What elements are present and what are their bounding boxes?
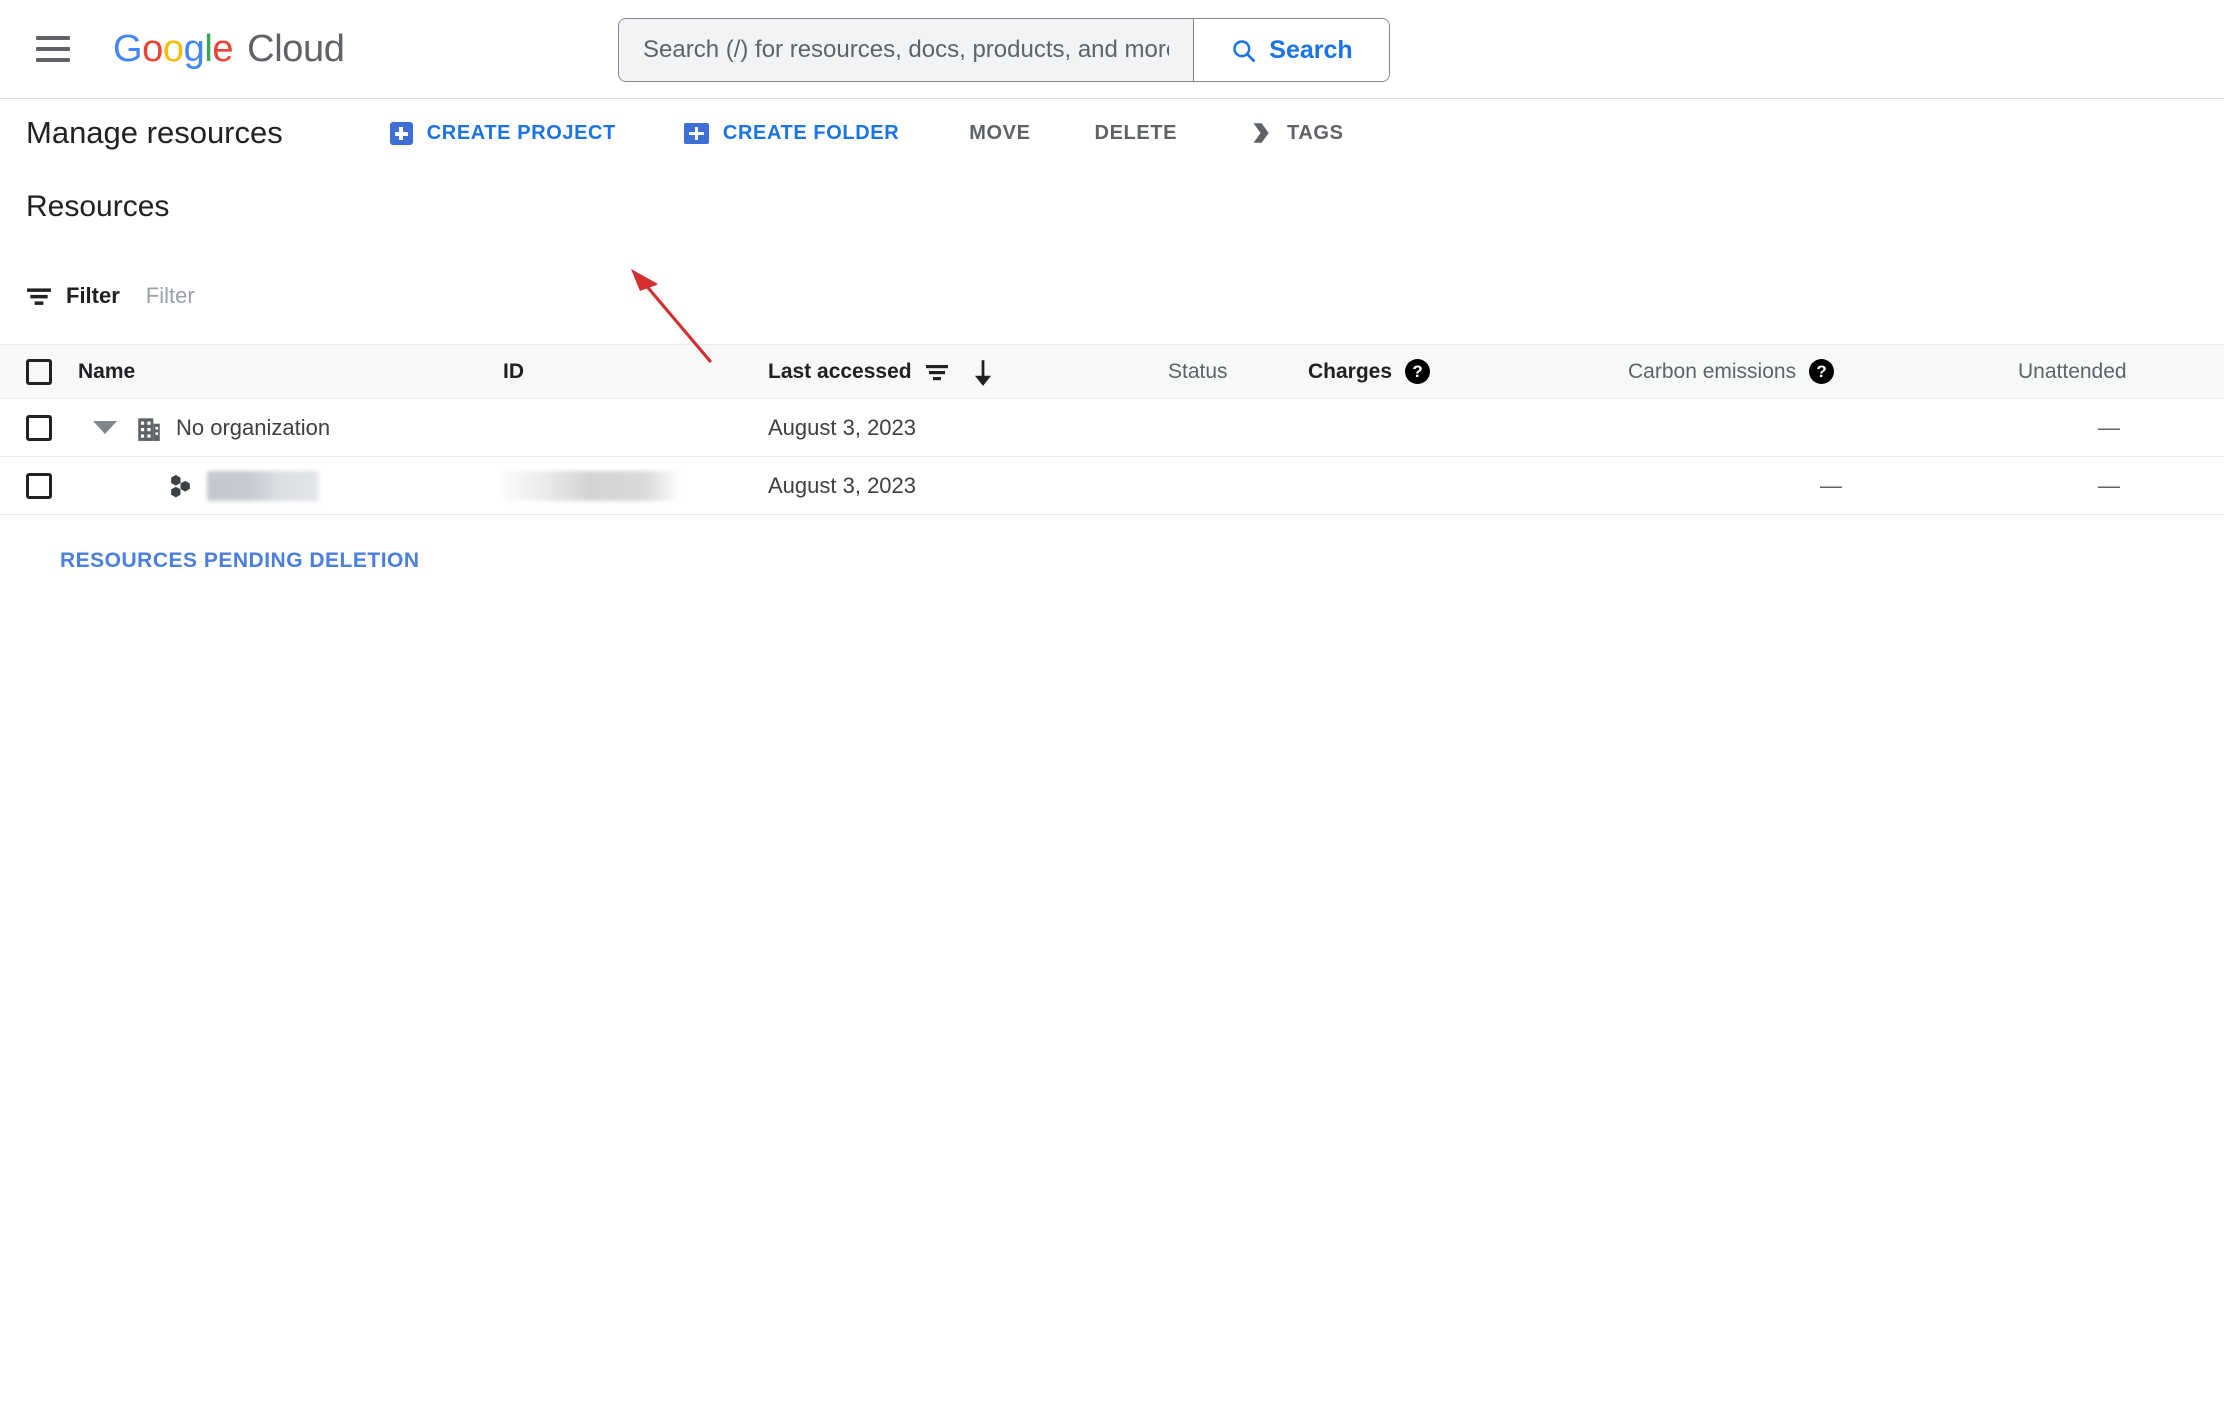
search-input[interactable] [619,19,1193,81]
search-icon [1233,39,1256,62]
google-wordmark: Google [113,28,234,70]
row-last-accessed-label: August 3, 2023 [768,472,917,498]
column-filter-list-icon[interactable] [924,363,950,381]
column-header-status[interactable]: Status [1168,360,1308,384]
organization-building-icon [138,417,160,441]
tag-icon [1253,123,1269,143]
resources-heading: Resources [26,190,170,223]
row-name-cell: No organization [78,414,503,442]
column-header-name[interactable]: Name [78,360,503,384]
row-last-accessed-cell: August 3, 2023 [768,415,1168,441]
cloud-wordmark: Cloud [247,28,345,70]
delete-button[interactable]: DELETE [1071,107,1202,159]
resources-table: Name ID Last accessed Status Charges ? C… [0,344,2224,515]
row-select-cell [0,414,78,441]
move-label: MOVE [969,121,1031,144]
delete-label: DELETE [1094,121,1178,144]
toolbar-actions: CREATE PROJECT CREATE FOLDER MOVE DELETE… [366,107,1368,159]
carbon-emissions-help-icon[interactable]: ? [1809,359,1835,384]
row-unattended-label: — [2098,414,2120,440]
tags-label: TAGS [1287,121,1344,144]
column-label-unattended: Unattended [2018,359,2127,383]
resources-pending-deletion-link[interactable]: RESOURCES PENDING DELETION [60,549,420,573]
resources-section: Resources Filter Name ID Last accessed [0,190,2224,573]
create-new-folder-icon [683,122,709,144]
column-label-carbon-emissions: Carbon emissions [1628,359,1797,383]
column-header-last-accessed[interactable]: Last accessed [768,357,1168,387]
hamburger-menu-icon[interactable] [36,36,70,62]
add-box-icon [389,121,413,145]
top-app-bar: Google Cloud Search [0,0,2224,99]
row-carbon-emissions-label: — [1820,472,1842,498]
project-hexagons-icon [171,474,190,497]
move-button[interactable]: MOVE [945,107,1054,159]
column-label-charges: Charges [1308,359,1393,383]
row-unattended-cell: — [2018,415,2224,441]
hamburger-line [36,36,70,40]
row-select-cell [0,472,78,499]
table-row[interactable]: August 3, 2023 — — [0,457,2224,515]
row-unattended-cell: — [2018,473,2224,499]
column-header-carbon-emissions[interactable]: Carbon emissions ? [1628,359,2018,384]
global-search: Search [618,18,1390,82]
column-label-name: Name [78,359,136,383]
arrow-downward-icon[interactable] [970,357,996,387]
row-id-cell [503,470,768,501]
column-header-charges[interactable]: Charges ? [1308,359,1628,384]
tags-button[interactable]: TAGS [1223,107,1367,159]
row-last-accessed-label: August 3, 2023 [768,414,917,440]
search-button-label: Search [1269,35,1353,64]
create-project-button[interactable]: CREATE PROJECT [366,107,640,159]
row-name-cell [78,470,503,501]
row-checkbox[interactable] [26,472,52,499]
expand-collapse-icon[interactable] [93,421,117,434]
filter-bar: Filter [0,276,2224,316]
table-row[interactable]: No organization August 3, 2023 — [0,399,2224,457]
filter-input[interactable] [145,283,646,309]
action-toolbar: Manage resources CREATE PROJECT CREATE F… [0,99,2224,363]
hamburger-line [36,47,70,51]
row-name-redacted [207,470,319,501]
create-folder-button[interactable]: CREATE FOLDER [660,107,923,159]
row-unattended-label: — [2098,472,2120,498]
row-checkbox[interactable] [26,414,52,441]
row-id-redacted [503,470,681,501]
column-label-status: Status [1168,359,1228,383]
google-cloud-logo[interactable]: Google Cloud [113,28,345,70]
filter-list-icon[interactable] [26,286,52,306]
search-button[interactable]: Search [1193,19,1389,81]
create-project-label: CREATE PROJECT [426,121,616,144]
table-header-row: Name ID Last accessed Status Charges ? C… [0,345,2224,399]
select-all-checkbox[interactable] [26,358,52,385]
hamburger-line [36,58,70,62]
charges-help-icon[interactable]: ? [1405,359,1431,384]
column-header-id[interactable]: ID [503,360,768,384]
row-carbon-emissions-cell: — [1628,473,2018,499]
create-folder-label: CREATE FOLDER [722,121,900,144]
row-name-label: No organization [176,414,331,440]
select-all-cell [0,358,78,385]
column-header-unattended[interactable]: Unattended [2018,360,2224,384]
filter-label[interactable]: Filter [66,283,120,309]
row-last-accessed-cell: August 3, 2023 [768,473,1168,499]
column-label-last-accessed: Last accessed [768,359,912,383]
page-title: Manage resources [26,115,283,150]
column-label-id: ID [503,359,524,383]
